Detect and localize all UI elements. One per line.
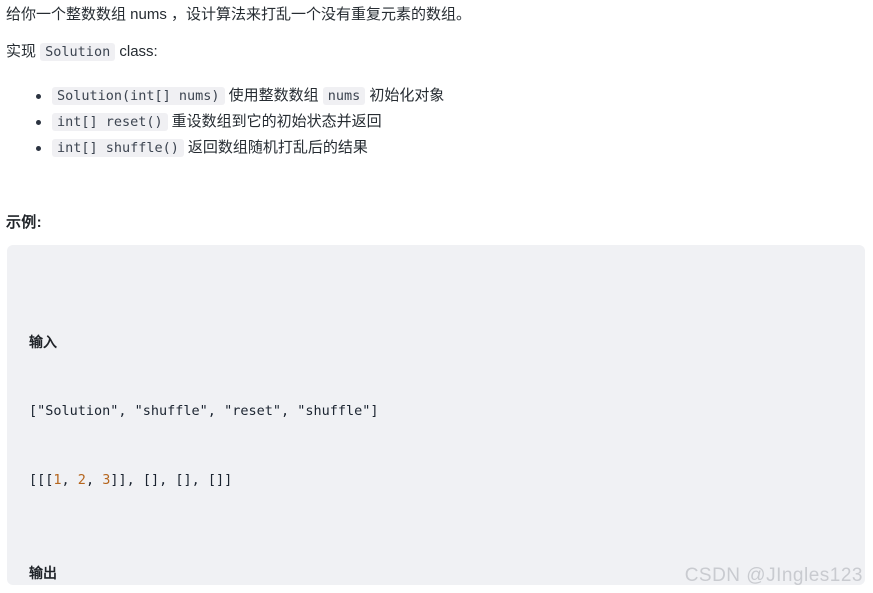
implement-class-line: 实现 Solution class: bbox=[6, 41, 158, 63]
code-number: 3 bbox=[102, 472, 111, 488]
method-desc-prefix: 使用整数数组 bbox=[228, 87, 323, 104]
intro-paragraph-text: 给你一个整数数组 nums ，设计算法来打乱一个没有重复元素的数组。 bbox=[6, 6, 472, 23]
input-line: ["Solution", "shuffle", "reset", "shuffl… bbox=[29, 403, 379, 419]
list-item: Solution(int[] nums) 使用整数数组 nums 初始化对象 bbox=[35, 84, 445, 108]
inline-code-solution: Solution bbox=[40, 43, 116, 61]
problem-description-page: 给你一个整数数组 nums ，设计算法来打乱一个没有重复元素的数组。 实现 So… bbox=[0, 0, 873, 593]
example-code-block: 输入 ["Solution", "shuffle", "reset", "shu… bbox=[7, 245, 865, 585]
method-signature: int[] reset() bbox=[52, 113, 168, 131]
list-item: int[] reset() 重设数组到它的初始状态并返回 bbox=[35, 110, 444, 134]
method-signature: Solution(int[] nums) bbox=[52, 87, 225, 105]
code-number: 1 bbox=[53, 472, 62, 488]
method-desc-prefix: 重设数组到它的初始状态并返回 bbox=[171, 113, 382, 130]
method-desc-prefix: 返回数组随机打乱后的结果 bbox=[187, 139, 368, 156]
method-signature: int[] shuffle() bbox=[52, 139, 184, 157]
method-desc-suffix: 初始化对象 bbox=[365, 87, 445, 104]
list-item: int[] shuffle() 返回数组随机打乱后的结果 bbox=[35, 136, 444, 160]
code-number: 2 bbox=[77, 472, 86, 488]
example-heading: 示例: bbox=[6, 214, 42, 231]
inline-code-nums: nums bbox=[322, 87, 366, 105]
code-block-content: 输入 ["Solution", "shuffle", "reset", "shu… bbox=[7, 245, 865, 585]
method-list: Solution(int[] nums) 使用整数数组 nums 初始化对象 in… bbox=[0, 84, 444, 162]
implement-suffix: class: bbox=[115, 43, 158, 60]
output-label: 输出 bbox=[29, 565, 57, 581]
implement-prefix: 实现 bbox=[6, 43, 41, 60]
input-line: [[[1, 2, 3]], [], [], []] bbox=[29, 472, 233, 488]
intro-paragraph: 给你一个整数数组 nums ，设计算法来打乱一个没有重复元素的数组。 bbox=[6, 4, 471, 26]
input-label: 输入 bbox=[29, 334, 57, 350]
